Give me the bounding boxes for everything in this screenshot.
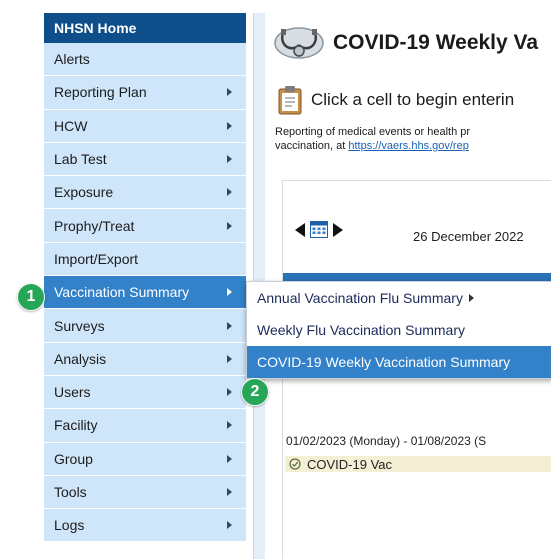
nav-item-label: Facility: [54, 417, 98, 434]
submenu-item-label: COVID-19 Weekly Vaccination Summary: [257, 354, 511, 370]
covid-vaccine-row[interactable]: COVID-19 Vac: [285, 456, 551, 472]
chevron-right-icon: [227, 521, 232, 530]
chevron-right-icon: [227, 454, 232, 463]
step-1-badge: 1: [17, 283, 45, 311]
nav-item-facility[interactable]: Facility: [44, 409, 246, 443]
nav-item-logs[interactable]: Logs: [44, 509, 246, 543]
chevron-right-icon: [227, 421, 232, 430]
submenu-item-annual-vaccination-flu-summary[interactable]: Annual Vaccination Flu Summary: [247, 282, 551, 314]
chevron-right-icon: [227, 188, 232, 197]
date-range: 01/02/2023 (Monday) - 01/08/2023 (S: [286, 434, 487, 448]
nav-item-label: Group: [54, 450, 93, 467]
covid-vaccine-label: COVID-19 Vac: [307, 456, 393, 472]
chevron-right-icon: [227, 155, 232, 164]
reporting-note: Reporting of medical events or health pr…: [275, 125, 470, 153]
clipboard-icon: [278, 86, 302, 115]
submenu-item-label: Annual Vaccination Flu Summary: [257, 290, 463, 306]
reporting-note-prefix: vaccination, at: [275, 140, 349, 152]
nav-item-label: Prophy/Treat: [54, 217, 135, 234]
week-navigation: [295, 221, 343, 238]
nav-item-exposure[interactable]: Exposure: [44, 176, 246, 210]
check-circle-icon: [289, 458, 301, 470]
page-header: COVID-19 Weekly Va: [265, 13, 551, 73]
chevron-right-icon: [227, 288, 232, 297]
nav-item-hcw[interactable]: HCW: [44, 109, 246, 143]
next-week-arrow-icon[interactable]: [333, 222, 343, 237]
chevron-right-icon: [227, 221, 232, 230]
nav-item-label: Logs: [54, 517, 85, 534]
nav-home[interactable]: NHSN Home: [44, 13, 246, 43]
nav-item-label: Exposure: [54, 184, 114, 201]
submenu-item-covid-19-weekly-vaccination-summary[interactable]: COVID-19 Weekly Vaccination Summary: [247, 346, 551, 378]
calendar-icon[interactable]: [310, 221, 328, 238]
vaers-link[interactable]: https://vaers.hhs.gov/rep: [348, 140, 468, 152]
nav-item-label: Tools: [54, 484, 87, 500]
nav-item-label: Lab Test: [54, 151, 107, 168]
nav-item-vaccination-summary[interactable]: Vaccination Summary: [44, 276, 246, 310]
submenu-item-weekly-flu-vaccination-summary[interactable]: Weekly Flu Vaccination Summary: [247, 314, 551, 346]
chevron-right-icon: [227, 88, 232, 97]
left-nav: NHSN Home Alerts Reporting Plan HCW Lab Tes…: [44, 13, 246, 543]
instruction-row: Click a cell to begin enterin: [277, 85, 514, 115]
page-title: COVID-19 Weekly Va: [333, 31, 539, 54]
vaccination-summary-submenu: Annual Vaccination Flu Summary Weekly Flu…: [246, 281, 551, 379]
nav-item-import-export[interactable]: Import/Export: [44, 242, 246, 277]
nav-item-label: HCW: [54, 117, 88, 134]
step-2-badge: 2: [241, 378, 269, 406]
nav-item-users[interactable]: Users: [44, 375, 246, 410]
nav-item-reporting-plan[interactable]: Reporting Plan: [44, 76, 246, 110]
nav-item-analysis[interactable]: Analysis: [44, 342, 246, 376]
nav-item-lab-test[interactable]: Lab Test: [44, 142, 246, 177]
nav-item-group[interactable]: Group: [44, 442, 246, 476]
chevron-right-icon: [227, 321, 232, 330]
stethoscope-icon: [274, 27, 324, 59]
nav-item-label: Analysis: [54, 350, 107, 367]
reporting-note-line2: vaccination, at https://vaers.hhs.gov/re…: [275, 139, 470, 153]
nav-item-label: Surveys: [54, 317, 105, 334]
chevron-right-icon: [227, 121, 232, 130]
nav-item-prophy-treat[interactable]: Prophy/Treat: [44, 209, 246, 243]
nav-item-label: Vaccination Summary: [54, 284, 190, 301]
chevron-right-icon: [468, 294, 474, 302]
previous-week-arrow-icon[interactable]: [295, 222, 305, 237]
nav-item-tools[interactable]: Tools: [44, 475, 246, 510]
week-date: 26 December 2022: [413, 229, 524, 244]
nav-item-alerts[interactable]: Alerts: [44, 43, 246, 77]
nav-item-surveys[interactable]: Surveys: [44, 309, 246, 343]
nav-item-label: Import/Export: [54, 250, 139, 267]
chevron-right-icon: [227, 354, 232, 363]
instruction-text: Click a cell to begin enterin: [311, 90, 515, 109]
nav-item-label: Users: [54, 384, 91, 401]
reporting-note-line1: Reporting of medical events or health pr: [275, 126, 471, 138]
submenu-item-label: Weekly Flu Vaccination Summary: [257, 322, 465, 338]
chevron-right-icon: [227, 488, 232, 496]
nav-item-label: Reporting Plan: [54, 84, 147, 101]
nav-item-label: Alerts: [54, 51, 90, 68]
chevron-right-icon: [227, 388, 232, 397]
